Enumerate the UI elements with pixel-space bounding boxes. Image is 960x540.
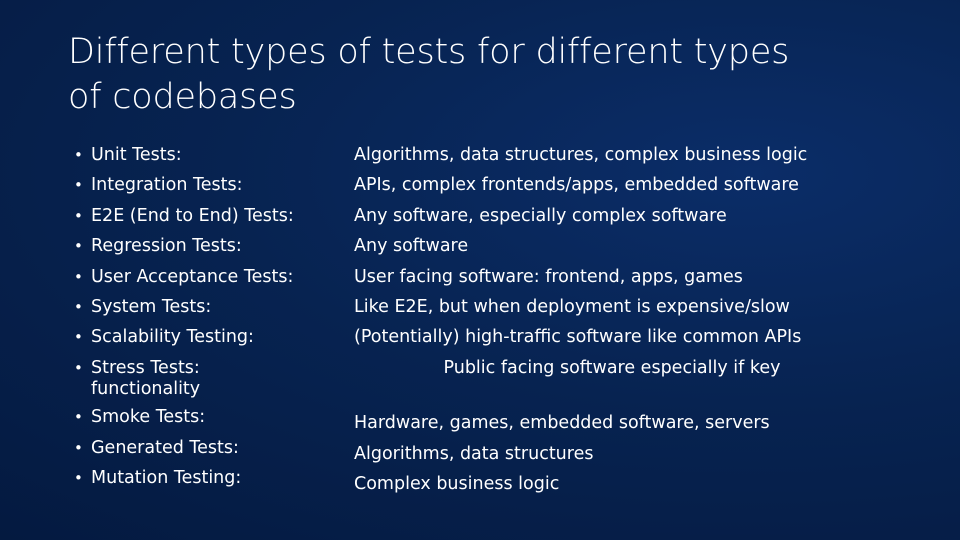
- list-item-label: Mutation Testing:: [91, 468, 242, 489]
- test-types-list: • Unit Tests: • Integration Tests: • E2E…: [68, 140, 354, 493]
- bullet-icon: •: [74, 298, 83, 317]
- applicability-column: Algorithms, data structures, complex bus…: [354, 140, 898, 499]
- list-item-label: Regression Tests:: [91, 236, 242, 257]
- list-item: • Smoke Tests:: [68, 402, 354, 432]
- slide-canvas: Different types of tests for different t…: [0, 0, 960, 540]
- list-item-label: Scalability Testing:: [91, 327, 254, 348]
- description-line: Complex business logic: [354, 474, 560, 495]
- bullet-icon: •: [74, 237, 83, 256]
- title-block: Different types of tests for different t…: [68, 30, 898, 120]
- bullet-icon: •: [74, 358, 83, 377]
- bullet-icon: •: [74, 328, 83, 347]
- list-item-label: Generated Tests:: [91, 437, 239, 458]
- bullet-icon: •: [74, 267, 83, 286]
- list-item: • Unit Tests:: [68, 140, 354, 170]
- content-body: • Unit Tests: • Integration Tests: • E2E…: [68, 140, 898, 500]
- page-title: Different types of tests for different t…: [68, 32, 790, 117]
- list-item-label: Integration Tests:: [91, 175, 243, 196]
- list-item-label: System Tests:: [91, 297, 212, 318]
- list-item: • System Tests:: [68, 292, 354, 322]
- description-line: APIs, complex frontends/apps, embedded s…: [354, 175, 799, 196]
- list-item-label: User Acceptance Tests:: [91, 266, 294, 287]
- description-line: Algorithms, data structures, complex bus…: [354, 145, 808, 165]
- description-line: (Potentially) high-traffic software like…: [354, 327, 802, 348]
- description-line: Public facing software especially if key: [443, 357, 781, 378]
- description-line: Algorithms, data structures: [354, 443, 594, 464]
- list-item-label: E2E (End to End) Tests:: [91, 205, 294, 226]
- list-item-continuation: functionality: [91, 379, 201, 400]
- list-item-label: Unit Tests:: [91, 145, 182, 165]
- description-line: Any software: [354, 236, 469, 257]
- list-item: • Regression Tests:: [68, 231, 354, 261]
- bullet-icon: •: [74, 146, 83, 164]
- list-item: • Stress Tests: functionality: [68, 353, 354, 402]
- list-item-label: Smoke Tests:: [91, 407, 206, 428]
- list-item: • User Acceptance Tests:: [68, 262, 354, 292]
- bullet-icon: •: [74, 438, 83, 457]
- list-item: • Scalability Testing:: [68, 322, 354, 352]
- bullet-icon: •: [74, 408, 83, 427]
- list-item: • Integration Tests:: [68, 170, 354, 200]
- list-item: • E2E (End to End) Tests:: [68, 201, 354, 231]
- test-types-column: • Unit Tests: • Integration Tests: • E2E…: [68, 140, 354, 493]
- description-line: Any software, especially complex softwar…: [354, 205, 727, 226]
- list-item: • Mutation Testing:: [68, 463, 354, 493]
- bullet-icon: •: [74, 176, 83, 195]
- list-item: • Generated Tests:: [68, 433, 354, 463]
- description-line: User facing software: frontend, apps, ga…: [354, 266, 743, 287]
- description-line: Hardware, games, embedded software, serv…: [354, 413, 770, 434]
- bullet-icon: •: [74, 469, 83, 488]
- list-item-label: Stress Tests:: [91, 357, 200, 378]
- bullet-icon: •: [74, 206, 83, 225]
- description-line: Like E2E, but when deployment is expensi…: [354, 297, 790, 318]
